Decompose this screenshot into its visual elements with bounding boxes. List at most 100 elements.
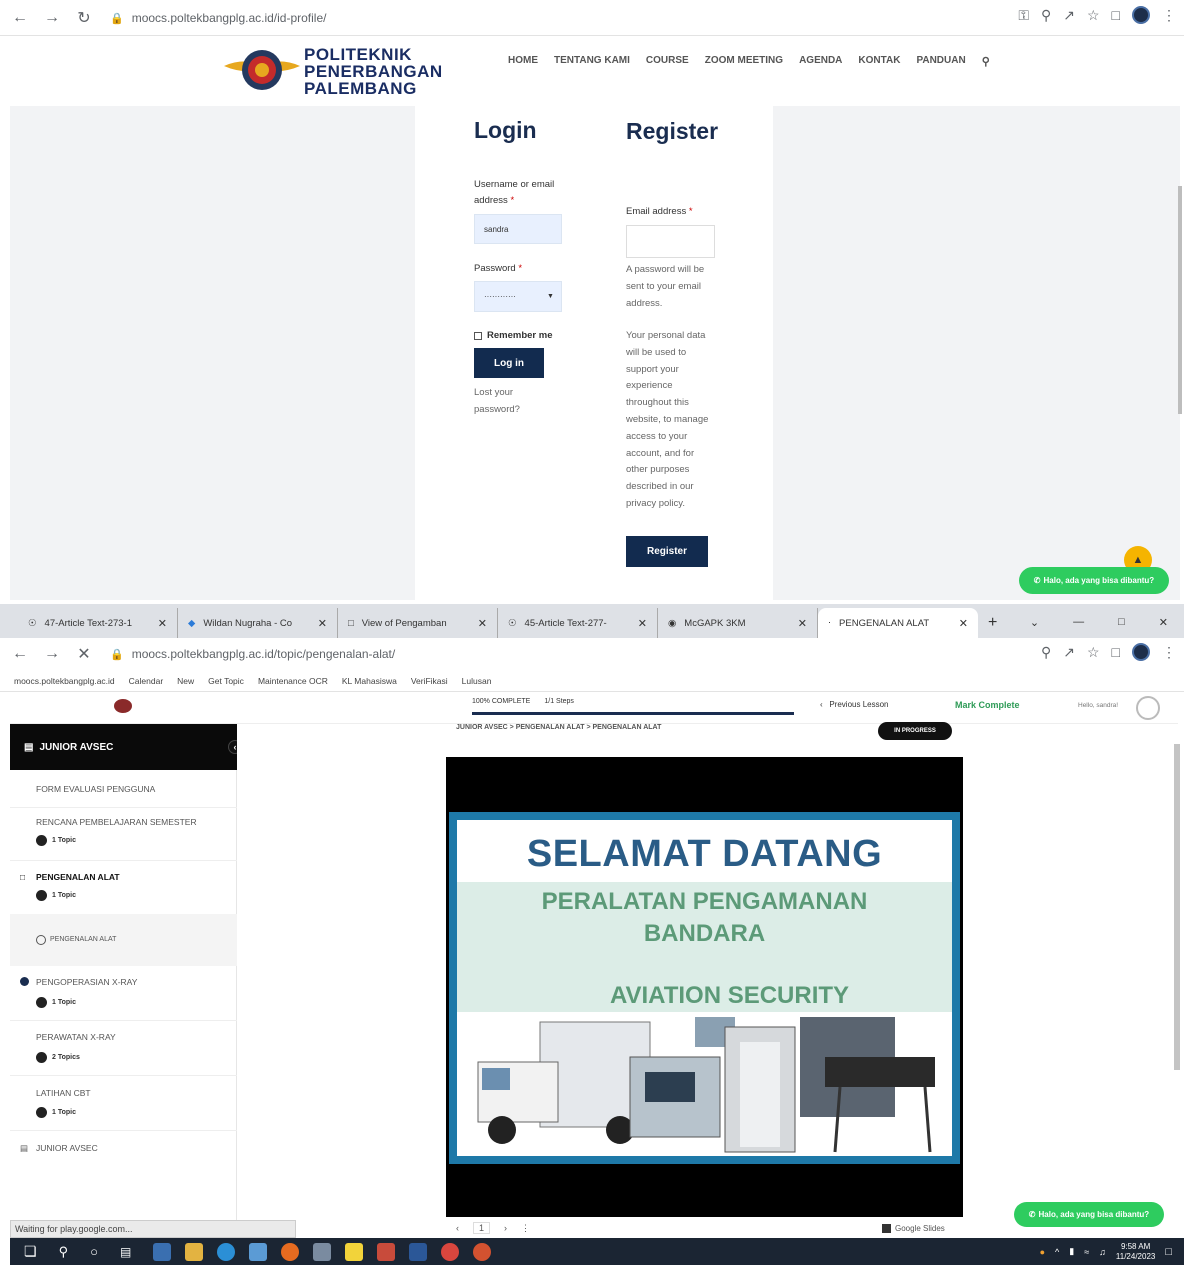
tab-search-icon[interactable]: ⌄ [1030,616,1039,629]
browser-tab[interactable]: □ View of Pengamban ✕ [338,608,498,638]
sidebar-lesson-item[interactable]: RENCANA PEMBELAJARAN SEMESTER 1 Topic [10,817,237,857]
nav-tentang-kami[interactable]: TENTANG KAMI [554,55,630,68]
back-icon[interactable]: ← [8,6,32,30]
browser-tab[interactable]: ◉ McGAPK 3KM ✕ [658,608,818,638]
nav-agenda[interactable]: AGENDA [799,55,842,68]
sidebar-course-link[interactable]: ▤ JUNIOR AVSEC [10,1143,237,1161]
reload-icon[interactable]: ↻ [72,6,96,30]
next-slide-icon[interactable]: › [504,1223,507,1233]
weather-app-icon[interactable] [153,1242,172,1261]
close-window-icon[interactable]: ✕ [1159,616,1168,629]
sidepanel-icon[interactable]: □ [1112,7,1120,23]
app-tray-icon[interactable]: ● [1040,1247,1045,1257]
edge-browser-icon[interactable] [217,1242,236,1261]
photo-app-icon[interactable] [377,1242,396,1261]
bookmark[interactable]: Get Topic [208,676,244,686]
new-tab-icon[interactable]: + [978,608,1018,638]
nav-kontak[interactable]: KONTAK [858,55,900,68]
bookmark[interactable]: Calendar [129,676,164,686]
register-button[interactable]: Register [626,536,708,567]
nav-home[interactable]: HOME [508,55,538,68]
cortana-icon[interactable]: ○ [90,1244,98,1259]
password-input[interactable]: ············ ▼ [474,281,562,312]
tray-chevron-icon[interactable]: ^ [1055,1247,1059,1257]
whatsapp-chat-button[interactable]: ✆ Halo, ada yang bisa dibantu? [1019,567,1169,594]
nav-panduan[interactable]: PANDUAN [916,55,965,68]
task-view-icon[interactable]: ▤ [120,1245,131,1259]
browser-tab[interactable]: ☉ 47-Article Text-273-1 ✕ [18,608,178,638]
nav-zoom-meeting[interactable]: ZOOM MEETING [705,55,783,68]
bookmark[interactable]: KL Mahasiswa [342,676,397,686]
close-tab-icon[interactable]: ✕ [158,617,167,630]
forward-icon[interactable]: → [40,642,64,666]
wifi-icon[interactable]: ≈ [1084,1247,1089,1257]
bookmark[interactable]: New [177,676,194,686]
close-tab-icon[interactable]: ✕ [318,617,327,630]
powerpoint-icon[interactable] [473,1242,492,1261]
address-bar[interactable]: 🔒 moocs.poltekbangplg.ac.id/id-profile/ [110,7,980,29]
bookmark[interactable]: VeriFikasi [411,676,448,686]
browser-tab-active[interactable]: ⋅ PENGENALAN ALAT ✕ [818,608,978,638]
clock[interactable]: 9:58 AM 11/24/2023 [1116,1242,1155,1262]
google-slides-link[interactable]: Google Slides [882,1224,945,1233]
zoom-icon[interactable]: ⚲ [1041,644,1051,661]
key-icon[interactable]: ⚿ [1018,7,1029,24]
password-manager-icon[interactable]: ▼ [547,293,554,300]
star-icon[interactable]: ☆ [1087,644,1100,661]
bookmark[interactable]: Maintenance OCR [258,676,328,686]
login-button[interactable]: Log in [474,348,544,378]
address-bar[interactable]: 🔒 moocs.poltekbangplg.ac.id/topic/pengen… [110,643,980,665]
close-tab-icon[interactable]: ✕ [638,617,647,630]
page-scrollbar[interactable] [1178,186,1182,414]
sidebar-lesson-item-active[interactable]: □ PENGENALAN ALAT 1 Topic [10,872,237,912]
prev-slide-icon[interactable]: ‹ [456,1223,459,1233]
site-logo-text[interactable]: POLITEKNIK PENERBANGAN PALEMBANG [304,46,443,97]
star-icon[interactable]: ☆ [1087,7,1100,24]
sidebar-lesson-item[interactable]: LATIHAN CBT 1 Topic [10,1088,237,1128]
back-icon[interactable]: ← [8,642,32,666]
content-scrollbar[interactable] [1174,744,1180,1070]
chrome-icon[interactable] [441,1242,460,1261]
close-tab-icon[interactable]: ✕ [478,617,487,630]
sidebar-lesson-item[interactable]: PERAWATAN X-RAY 2 Topics [10,1032,237,1072]
site-logo-icon[interactable] [114,699,132,713]
nav-course[interactable]: COURSE [646,55,689,68]
menu-icon[interactable]: ⋮ [1162,644,1176,661]
share-icon[interactable]: ↗ [1063,7,1075,24]
zoom-icon[interactable]: ⚲ [1041,7,1051,24]
volume-icon[interactable]: ♫ [1099,1247,1106,1257]
username-input[interactable]: sandra [474,214,562,244]
profile-avatar[interactable] [1132,6,1150,24]
bookmark[interactable]: moocs.poltekbangplg.ac.id [14,676,115,686]
previous-lesson-button[interactable]: ‹ Previous Lesson [820,700,889,709]
file-explorer-icon[interactable] [185,1242,204,1261]
stop-icon[interactable]: ✕ [72,642,96,666]
sidebar-topic-item[interactable]: PENGENALAN ALAT [10,914,237,966]
sidebar-lesson-item[interactable]: PENGOPERASIAN X-RAY 1 Topic [10,977,237,1017]
share-icon[interactable]: ↗ [1063,644,1075,661]
store-app-icon[interactable] [249,1242,268,1261]
windows-start-icon[interactable]: ❏ [24,1243,37,1260]
forward-icon[interactable]: → [40,6,64,30]
sidepanel-icon[interactable]: □ [1112,644,1120,660]
close-tab-icon[interactable]: ✕ [798,617,807,630]
menu-icon[interactable]: ⋮ [1162,7,1176,24]
user-avatar-icon[interactable] [1136,696,1160,720]
slide-menu-icon[interactable]: ⋮ [521,1223,530,1234]
browser-tab[interactable]: ◆ Wildan Nugraha - Co ✕ [178,608,338,638]
word-icon[interactable] [409,1242,428,1261]
mark-complete-button[interactable]: Mark Complete [955,700,1020,710]
remember-me-row[interactable]: Remember me [474,328,552,344]
lost-password-link[interactable]: Lost your password? [474,385,544,419]
maximize-icon[interactable]: □ [1118,616,1125,629]
firefox-icon[interactable] [281,1242,300,1261]
sidebar-lesson-item[interactable]: FORM EVALUASI PENGGUNA [10,784,237,802]
minimize-icon[interactable]: — [1073,616,1084,629]
sticky-notes-icon[interactable] [345,1242,364,1261]
whatsapp-chat-button[interactable]: ✆ Halo, ada yang bisa dibantu? [1014,1202,1164,1227]
email-input[interactable] [626,225,715,258]
bookmark[interactable]: Lulusan [462,676,492,686]
search-icon[interactable]: ⚲ [59,1244,69,1260]
browser-tab[interactable]: ☉ 45-Article Text-277- ✕ [498,608,658,638]
profile-avatar[interactable] [1132,643,1150,661]
